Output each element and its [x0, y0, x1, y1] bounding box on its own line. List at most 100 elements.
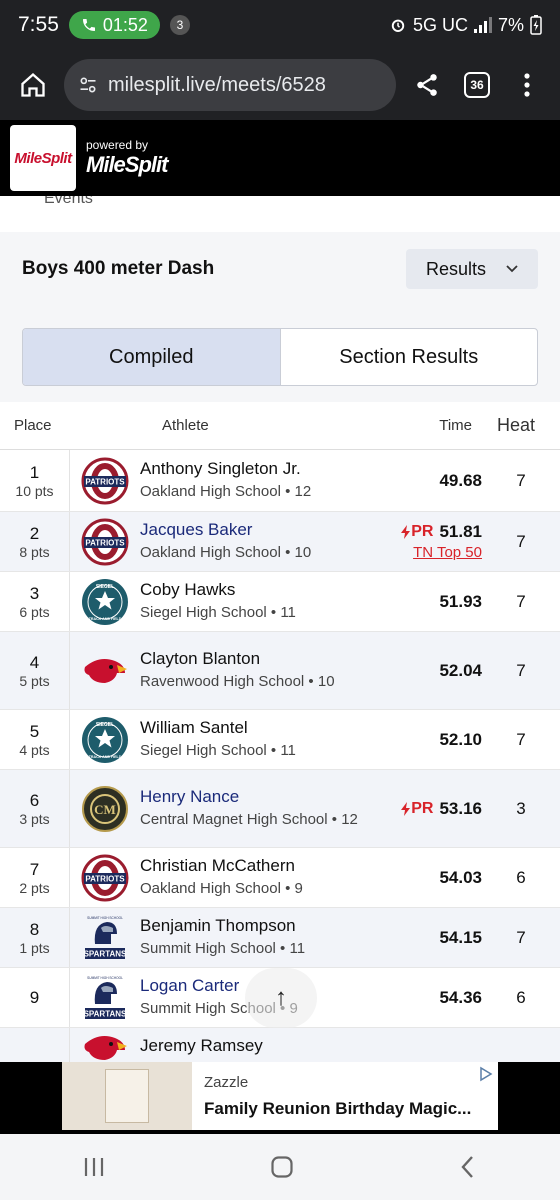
spartans-logo-text: SPARTANS — [84, 1009, 127, 1018]
siegel-logo: SIEGEL TRACK AND FIELD — [82, 716, 128, 763]
table-row[interactable]: 54 pts SIEGEL TRACK AND FIELD William Sante… — [0, 710, 560, 770]
patriots-logo-text: PATRIOTS — [85, 538, 125, 547]
phone-icon — [82, 19, 95, 31]
header-time[interactable]: Time — [332, 417, 472, 434]
heat-cell — [482, 1028, 560, 1062]
tab-switcher-button[interactable]: 36 — [458, 66, 496, 104]
time-cell — [372, 1028, 482, 1062]
result-time: 52.04 — [439, 660, 482, 680]
site-header: MileSplit powered by MileSplit — [0, 120, 560, 196]
athlete-school: Siegel High School • 11 — [140, 604, 296, 621]
address-bar[interactable]: milesplit.live/meets/6528 — [64, 59, 396, 111]
heat-cell: 7 — [516, 729, 526, 749]
ravenwood-raptor-logo — [84, 658, 127, 683]
athlete-cell: Benjamin Thompson Summit High School • 11 — [140, 908, 372, 967]
table-row[interactable]: 45 pts Clayton Blanton Ravenwood High Scho… — [0, 632, 560, 710]
place-number: 8 — [29, 919, 40, 939]
table-row[interactable]: 72 pts PATRIOTS Christian McCathern Oakland… — [0, 848, 560, 908]
table-row[interactable]: 1 10 pts PATRIOTS Anthony Singleton Jr. Oakl… — [0, 450, 560, 512]
compiled-tab[interactable]: Compiled — [23, 329, 281, 385]
place-points: 5 pts — [19, 672, 50, 689]
athlete-school: Oakland High School • 9 — [140, 880, 303, 897]
place-points: 3 pts — [19, 810, 50, 827]
heat-cell: 7 — [516, 531, 526, 551]
heat-cell: 7 — [516, 591, 526, 611]
athlete-name[interactable]: Anthony Singleton Jr. — [140, 459, 372, 479]
pr-label: PR — [411, 799, 434, 817]
athlete-name[interactable]: Jacques Baker — [140, 520, 372, 540]
logo-text: MileSplit — [14, 149, 72, 167]
lightning-icon — [401, 525, 411, 539]
view-select[interactable]: Results — [406, 249, 538, 289]
athlete-name[interactable]: Clayton Blanton — [140, 649, 372, 669]
ranking-link[interactable]: TN Top 50 — [413, 544, 482, 561]
header-athlete[interactable]: Athlete — [70, 417, 332, 434]
athlete-school: Summit High School • 11 — [140, 940, 306, 957]
section-results-tab[interactable]: Section Results — [281, 329, 538, 385]
scroll-to-top-button[interactable]: ↑ — [245, 968, 317, 1028]
athlete-name[interactable]: Christian McCathern — [140, 856, 372, 876]
heat-cell: 7 — [516, 927, 526, 947]
view-select-value: Results — [425, 258, 487, 279]
patriots-logo-text: PATRIOTS — [85, 874, 125, 883]
table-row[interactable]: 81 pts SUMMIT HIGH SCHOOL SPARTANS Benjamin… — [0, 908, 560, 968]
powered-by-label: powered by — [86, 138, 149, 152]
athlete-name[interactable]: Henry Nance — [140, 787, 372, 807]
athlete-name[interactable]: William Santel — [140, 718, 372, 738]
ad-choices-icon[interactable] — [478, 1066, 494, 1082]
athlete-name[interactable]: Benjamin Thompson — [140, 916, 372, 936]
time-cell: 54.03 — [372, 848, 482, 907]
athlete-name[interactable]: Jeremy Ramsey — [140, 1036, 372, 1056]
milesplit-logo[interactable]: MileSplit — [10, 125, 76, 191]
call-indicator[interactable]: 01:52 — [68, 11, 160, 39]
place-cell: 1 10 pts — [0, 450, 70, 511]
lightning-icon — [401, 801, 411, 816]
result-time: 51.81 — [439, 522, 482, 541]
patriots-logo: PATRIOTS — [81, 854, 129, 901]
more-vert-icon — [524, 73, 530, 97]
all-events-link[interactable]: ‹ All Events — [0, 196, 560, 232]
result-time: 54.36 — [439, 987, 482, 1007]
athlete-name[interactable]: Coby Hawks — [140, 580, 372, 600]
athlete-cell: Anthony Singleton Jr. Oakland High School… — [140, 450, 372, 511]
place-cell: 9 — [0, 968, 70, 1027]
result-time: 53.16 — [439, 798, 482, 818]
summit-spartans-logo: SUMMIT HIGH SCHOOL SPARTANS — [84, 976, 127, 1019]
table-row[interactable]: 36 pts SIEGEL TRACK AND FIELD Coby Hawks Sie… — [0, 572, 560, 632]
header-place[interactable]: Place — [0, 417, 70, 434]
spartans-logo-text: SPARTANS — [84, 949, 127, 958]
results-table: Place Athlete Time Heat 1 10 pts PATRIOTS A… — [0, 402, 560, 1062]
place-number: 7 — [29, 859, 40, 879]
alarm-icon — [391, 19, 405, 32]
back-nav-icon[interactable] — [458, 1155, 478, 1179]
table-row[interactable]: Jeremy Ramsey — [0, 1028, 560, 1062]
table-row[interactable]: 63 pts CM Henry Nance Central Magnet High S… — [0, 770, 560, 848]
invitation-card-image — [105, 1069, 149, 1123]
athlete-cell: Clayton Blanton Ravenwood High School • 1… — [140, 632, 372, 709]
school-logo-cell: PATRIOTS — [70, 450, 140, 511]
time-cell: PR 53.16 — [372, 770, 482, 847]
home-button[interactable] — [14, 66, 52, 104]
place-cell: 28 pts — [0, 512, 70, 571]
place-cell: 45 pts — [0, 632, 70, 709]
table-row[interactable]: 28 pts PATRIOTS Jacques Baker Oakland High … — [0, 512, 560, 572]
system-nav-bar — [0, 1134, 560, 1200]
header-heat[interactable]: Heat — [472, 415, 560, 436]
site-settings-icon[interactable] — [78, 75, 98, 95]
ad-brand: Zazzle — [204, 1073, 249, 1091]
recent-apps-icon[interactable] — [82, 1156, 106, 1178]
advertisement[interactable]: Zazzle Family Reunion Birthday Magic... — [62, 1062, 498, 1130]
share-button[interactable] — [408, 66, 446, 104]
browser-menu-button[interactable] — [508, 66, 546, 104]
place-points: 1 pts — [19, 939, 50, 956]
time-cell: 54.15 — [372, 908, 482, 967]
pr-badge: PR — [401, 800, 433, 818]
results-mode-toggle: Compiled Section Results — [22, 328, 538, 386]
event-title: Boys 400 meter Dash — [22, 258, 215, 279]
home-nav-icon[interactable] — [270, 1155, 294, 1179]
place-cell: 81 pts — [0, 908, 70, 967]
event-header: Boys 400 meter Dash Results — [0, 232, 560, 306]
school-logo-cell: SUMMIT HIGH SCHOOL SPARTANS — [70, 908, 140, 967]
place-points: 6 pts — [19, 603, 50, 620]
place-number: 5 — [29, 721, 40, 741]
